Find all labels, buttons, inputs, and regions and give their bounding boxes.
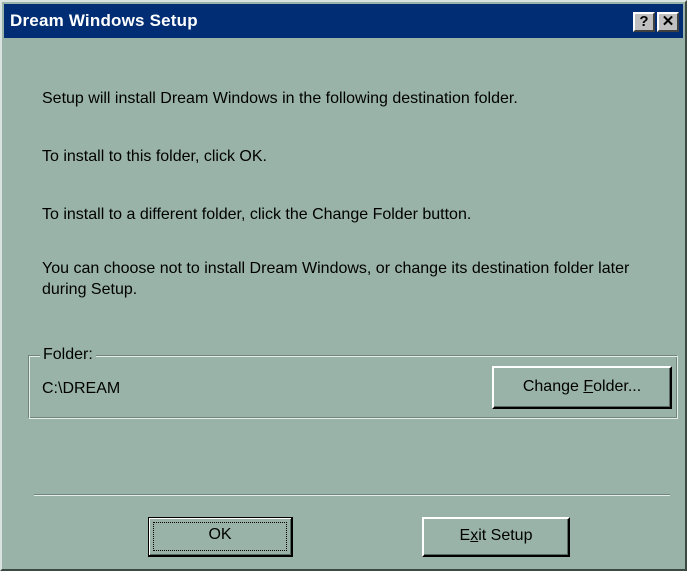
folder-path-value: C:\DREAM (42, 380, 121, 397)
exit-label-accel: x (470, 527, 479, 544)
instruction-destination: Setup will install Dream Windows in the … (42, 90, 518, 107)
change-folder-label-post: older... (593, 378, 642, 395)
close-button[interactable]: ✕ (657, 12, 679, 32)
exit-setup-button[interactable]: Exit Setup (422, 517, 570, 557)
instruction-click-ok: To install to this folder, click OK. (42, 148, 267, 165)
separator-line (34, 494, 670, 496)
close-icon: ✕ (661, 13, 675, 30)
change-folder-label-pre: Change (522, 378, 584, 395)
window-title: Dream Windows Setup (10, 11, 198, 30)
help-button[interactable]: ? (633, 12, 655, 32)
setup-dialog-window: Dream Windows Setup ? ✕ Setup will insta… (0, 0, 687, 571)
title-bar[interactable]: Dream Windows Setup ? ✕ (4, 4, 683, 38)
help-icon: ? (639, 13, 649, 30)
folder-group-label: Folder: (40, 346, 96, 364)
instruction-choose-not-install: You can choose not to install Dream Wind… (42, 260, 630, 298)
exit-label-pre: E (459, 527, 471, 544)
change-folder-label-accel: F (583, 378, 594, 395)
exit-label-post: it Setup (478, 527, 533, 544)
ok-button-label: OK (208, 526, 232, 543)
ok-button[interactable]: OK (148, 517, 293, 557)
instruction-change-folder: To install to a different folder, click … (42, 206, 472, 223)
change-folder-button[interactable]: Change Folder... (492, 366, 672, 409)
